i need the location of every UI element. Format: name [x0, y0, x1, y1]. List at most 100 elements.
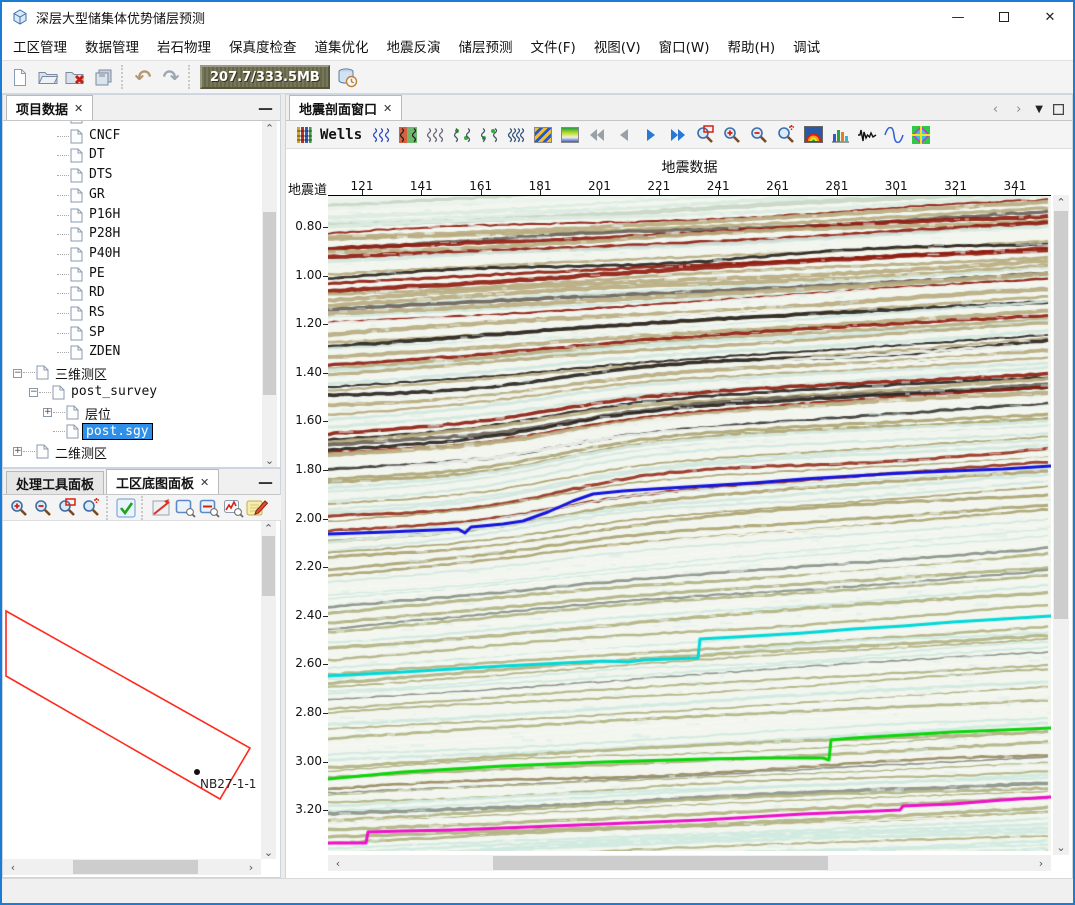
tree-item-DT[interactable]: DT	[3, 146, 259, 166]
zoom-window-icon[interactable]	[55, 496, 79, 520]
tab-project-data[interactable]: 项目数据 ✕	[6, 95, 93, 120]
seismic-view[interactable]	[328, 195, 1051, 850]
tree-item-SP[interactable]: SP	[3, 324, 259, 344]
tab-seismic-section[interactable]: 地震剖面窗口 ✕	[289, 95, 402, 120]
menu-item-9[interactable]: 视图(V)	[585, 32, 650, 60]
tab-process-tools[interactable]: 处理工具面板	[6, 471, 104, 494]
open-folder-icon[interactable]	[34, 63, 62, 91]
nav-next-icon[interactable]	[639, 123, 663, 147]
wiggle-density-icon[interactable]	[396, 123, 420, 147]
zoom-in-icon[interactable]	[720, 123, 744, 147]
tree-item-三维测区[interactable]: − 三维测区	[3, 363, 259, 383]
layer-check-icon[interactable]	[114, 496, 138, 520]
minimize-button[interactable]: —	[935, 2, 981, 32]
tab-close-icon[interactable]: ✕	[74, 102, 83, 115]
menu-item-3[interactable]: 岩石物理	[148, 32, 220, 60]
annotate-icon[interactable]	[245, 496, 269, 520]
tree-item-RD[interactable]: RD	[3, 284, 259, 304]
zoom-in-icon[interactable]	[7, 496, 31, 520]
scroll-up-icon[interactable]: ⌃	[261, 521, 276, 535]
scroll-left-icon[interactable]: ‹	[330, 855, 346, 871]
histogram-icon[interactable]	[828, 123, 852, 147]
panel-restore-icon[interactable]	[1053, 100, 1064, 119]
menu-item-11[interactable]: 帮助(H)	[718, 32, 784, 60]
nav-prev-icon[interactable]	[612, 123, 636, 147]
wiggle-dense-icon[interactable]	[504, 123, 528, 147]
tree-item-RS[interactable]: RS	[3, 304, 259, 324]
section-hscrollbar[interactable]: ‹ ›	[328, 855, 1051, 871]
scroll-right-icon[interactable]: ›	[1033, 855, 1049, 871]
scroll-down-icon[interactable]: ⌄	[1053, 840, 1069, 855]
tree-item-label[interactable]: RD	[86, 285, 108, 300]
tree-item-P16H[interactable]: P16H	[3, 206, 259, 226]
redo-icon[interactable]: ↷	[157, 63, 185, 91]
tree-item-DTS[interactable]: DTS	[3, 166, 259, 186]
tree-item-PE[interactable]: PE	[3, 265, 259, 285]
section-vscrollbar[interactable]: ⌃ ⌄	[1053, 195, 1069, 855]
tree-item-label[interactable]: SP	[86, 325, 108, 340]
zoom-reset-icon[interactable]	[774, 123, 798, 147]
well-point[interactable]	[194, 769, 200, 775]
scroll-left-icon[interactable]: ‹	[5, 859, 21, 875]
tab-close-icon[interactable]: ✕	[383, 102, 392, 115]
database-clock-icon[interactable]	[334, 63, 362, 91]
tree-item-label[interactable]: 层位	[82, 404, 114, 423]
tree-item-P40H[interactable]: P40H	[3, 245, 259, 265]
tree-item-label[interactable]: 三维测区	[52, 364, 110, 383]
wiggle-fill-icon[interactable]	[369, 123, 393, 147]
menu-item-1[interactable]: 工区管理	[4, 32, 76, 60]
scroll-right-icon[interactable]: ›	[243, 859, 259, 875]
menu-item-2[interactable]: 数据管理	[76, 32, 148, 60]
tabs-scroll-left-icon[interactable]: ‹	[989, 102, 1002, 117]
wiggle-green1-icon[interactable]	[450, 123, 474, 147]
undo-icon[interactable]: ↶	[129, 63, 157, 91]
menu-item-6[interactable]: 地震反演	[378, 32, 450, 60]
menu-item-10[interactable]: 窗口(W)	[650, 32, 719, 60]
project-tree[interactable]: CALCNCFDTDTSGRP16HP28HP40HPERDRSSPZDEN−三…	[3, 121, 261, 467]
menu-item-4[interactable]: 保真度检查	[220, 32, 306, 60]
menu-item-12[interactable]: 调试	[784, 32, 829, 60]
seismic-canvas[interactable]	[328, 196, 1051, 851]
wells-bars-icon[interactable]	[292, 123, 316, 147]
tree-item-label[interactable]: CAL	[86, 121, 115, 123]
tree-item-label[interactable]: DTS	[86, 167, 115, 182]
tree-item-label[interactable]: P40H	[86, 246, 123, 261]
basemap-view[interactable]: NB27-1-1	[3, 521, 261, 859]
tree-item-post_survey[interactable]: −post_survey	[3, 383, 259, 403]
tree-expander-minus-icon[interactable]: −	[29, 388, 38, 397]
wavelet-icon[interactable]	[855, 123, 879, 147]
stripes-icon[interactable]	[531, 123, 555, 147]
menu-item-5[interactable]: 道集优化	[306, 32, 378, 60]
panel-minimize-icon[interactable]: —	[258, 473, 273, 491]
tree-item-label[interactable]: RS	[86, 305, 108, 320]
new-file-icon[interactable]	[6, 63, 34, 91]
tree-vscrollbar[interactable]: ⌃ ⌄	[262, 121, 277, 467]
tree-item-二维测区[interactable]: +二维测区	[3, 442, 259, 462]
box-line-icon[interactable]	[197, 496, 221, 520]
tree-item-ZDEN[interactable]: ZDEN	[3, 343, 259, 363]
tree-item-label[interactable]: P28H	[86, 226, 123, 241]
zoom-out-icon[interactable]	[31, 496, 55, 520]
colormap-icon[interactable]	[801, 123, 825, 147]
tree-item-post.sgy[interactable]: post.sgy	[3, 422, 259, 442]
close-button[interactable]: ✕	[1027, 2, 1073, 32]
tree-expander-minus-icon[interactable]: −	[13, 369, 22, 378]
colorbar-icon[interactable]	[558, 123, 582, 147]
map-vscroll-thumb[interactable]	[262, 536, 275, 596]
nav-last-icon[interactable]	[666, 123, 690, 147]
save-all-icon[interactable]	[90, 63, 118, 91]
tab-close-icon[interactable]: ✕	[200, 476, 209, 489]
section-vscroll-thumb[interactable]	[1054, 211, 1068, 619]
tree-expander-plus-icon[interactable]: +	[13, 447, 22, 456]
scroll-down-icon[interactable]: ⌄	[261, 845, 276, 859]
tree-item-label[interactable]: DT	[86, 147, 108, 162]
tree-item-label[interactable]: PE	[86, 266, 108, 281]
maximize-button[interactable]	[981, 2, 1027, 32]
nav-first-icon[interactable]	[585, 123, 609, 147]
map-hscrollbar[interactable]: ‹ ›	[3, 859, 261, 875]
zoom-window-icon[interactable]	[693, 123, 717, 147]
tabs-menu-icon[interactable]: ▼	[1035, 104, 1043, 115]
box-magnify-icon[interactable]	[173, 496, 197, 520]
wiggle-green2-icon[interactable]	[477, 123, 501, 147]
tab-basemap[interactable]: 工区底图面板✕	[106, 469, 219, 494]
